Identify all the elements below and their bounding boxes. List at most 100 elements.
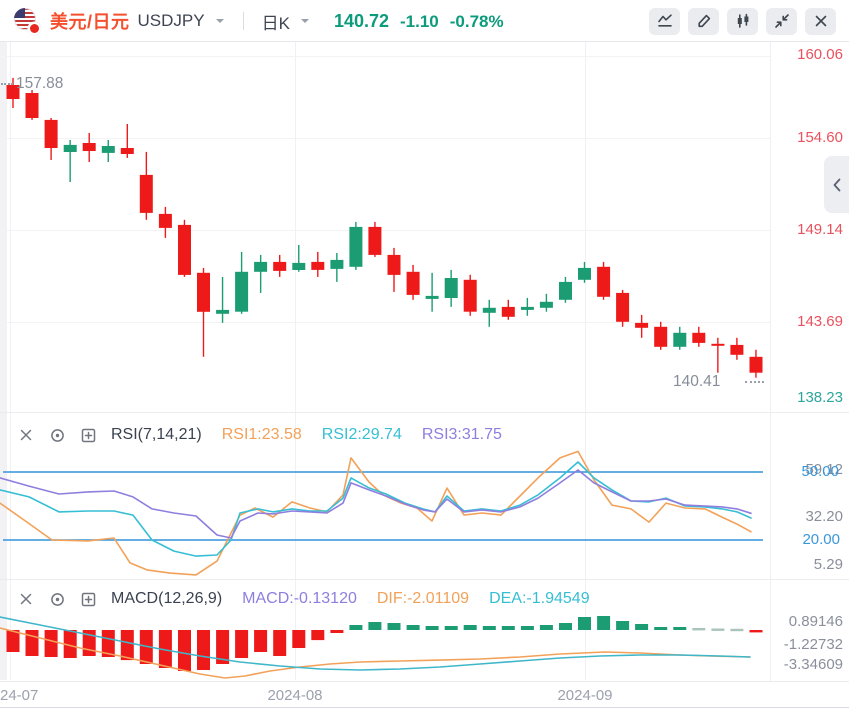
- macd-histogram-bar: [749, 630, 763, 633]
- time-axis-separator: [0, 681, 849, 682]
- macd-histogram-bar: [711, 628, 725, 631]
- candle: [139, 151, 153, 220]
- macd-histogram-bar: [273, 630, 287, 656]
- chevron-down-icon[interactable]: [300, 19, 309, 27]
- trading-chart-window: 美元/日元 USDJPY 日K 140.72 -1.10 -0.78% RSI(…: [0, 0, 849, 709]
- chevron-down-icon[interactable]: [215, 19, 224, 27]
- macd-histogram-bar: [635, 624, 649, 630]
- interval-selector[interactable]: 日K: [262, 9, 290, 34]
- header-divider: [242, 12, 244, 30]
- macd-histogram-bar: [578, 617, 591, 630]
- price-axis-label: 138.23: [797, 389, 843, 406]
- macd-histogram-bar: [444, 626, 458, 630]
- time-axis-label: 2024-09: [557, 687, 613, 704]
- macd-histogram-bar: [501, 626, 515, 630]
- macd-histogram-bar: [311, 630, 325, 641]
- macd-close-button[interactable]: [17, 590, 35, 608]
- candle: [349, 221, 363, 270]
- close-icon: [815, 15, 826, 27]
- candle: [654, 321, 668, 350]
- macd-histogram-bar: [292, 630, 306, 648]
- macd-histogram-bar: [520, 626, 534, 630]
- dea-value: DEA:-1.94549: [489, 590, 590, 607]
- macd-axis-label: 0.89146: [788, 613, 843, 630]
- candle: [673, 326, 687, 350]
- annotation-dotted-line: [745, 381, 764, 383]
- candlestick-style-button[interactable]: [727, 7, 758, 35]
- candlestick-icon: [737, 13, 748, 28]
- pane-separator: [0, 579, 849, 580]
- header-border: [0, 41, 849, 42]
- candle: [520, 297, 534, 316]
- pair-code-selector[interactable]: USDJPY: [138, 11, 205, 31]
- macd-settings-button[interactable]: [48, 590, 66, 608]
- macd-add-button[interactable]: [79, 590, 97, 608]
- price-axis-label: 160.06: [797, 46, 843, 63]
- macd-pane-header: MACD(12,26,9) MACD:-0.13120 DIF:-2.01109…: [17, 587, 590, 611]
- line-chart-icon: [657, 14, 672, 27]
- candle: [273, 254, 287, 277]
- rsi-close-button[interactable]: [17, 426, 35, 444]
- rsi-axis-label: 20.00: [802, 531, 840, 548]
- macd-histogram-bar: [25, 630, 39, 656]
- usdjpy-pair-flag-icon: [14, 8, 41, 35]
- candle: [216, 276, 230, 323]
- plus-square-icon: [81, 428, 95, 442]
- candle: [158, 206, 172, 238]
- candle: [235, 251, 249, 314]
- time-axis-label: 2024-08: [267, 687, 323, 704]
- chart-header: 美元/日元 USDJPY 日K 140.72 -1.10 -0.78%: [0, 0, 849, 42]
- macd-chart[interactable]: [0, 612, 770, 681]
- japan-flag-icon: [28, 22, 41, 35]
- price-change-percent: -0.78%: [449, 11, 504, 31]
- plus-square-icon: [81, 592, 95, 606]
- rsi-axis-label: 50.00: [801, 463, 839, 480]
- rsi-pane-header: RSI(7,14,21) RSI1:23.58 RSI2:29.74 RSI3:…: [17, 423, 502, 447]
- candle: [578, 261, 591, 283]
- pair-name-chinese: 美元/日元: [50, 12, 130, 32]
- price-axis-label: 154.60: [797, 129, 843, 146]
- candle: [425, 272, 439, 312]
- candle: [368, 221, 382, 257]
- close-icon: [20, 429, 32, 441]
- candle: [749, 349, 763, 378]
- macd-histogram-bar: [120, 630, 134, 661]
- price-annotation: 157.88: [16, 75, 64, 92]
- rsi3-value: RSI3:31.75: [421, 426, 502, 443]
- candle: [730, 337, 744, 360]
- macd-histogram-bar: [463, 625, 477, 630]
- macd-histogram-bar: [44, 630, 58, 657]
- rsi-settings-button[interactable]: [48, 426, 66, 444]
- candle: [330, 253, 344, 282]
- candle: [254, 254, 268, 293]
- candle: [444, 269, 458, 307]
- candle: [178, 219, 191, 277]
- rsi-add-button[interactable]: [79, 426, 97, 444]
- line-chart-button[interactable]: [649, 7, 680, 35]
- macd-histogram-bar: [406, 625, 420, 630]
- dif-value: DIF:-2.01109: [376, 590, 470, 607]
- macd-histogram-bar: [178, 630, 191, 671]
- collapse-chart-button[interactable]: [766, 7, 797, 35]
- candle: [387, 247, 401, 292]
- rsi-chart[interactable]: [0, 450, 770, 578]
- price-axis-label: 149.14: [797, 221, 843, 238]
- sidebar-collapse-tab[interactable]: [824, 156, 849, 213]
- macd-histogram-bar: [692, 628, 706, 631]
- rsi-title: RSI(7,14,21): [111, 426, 202, 443]
- close-icon: [20, 593, 32, 605]
- candle: [25, 90, 39, 120]
- candle: [559, 276, 572, 303]
- candlestick-chart[interactable]: [0, 42, 770, 415]
- candle: [292, 245, 306, 272]
- chevron-left-icon: [833, 178, 840, 191]
- draw-button[interactable]: [688, 7, 719, 35]
- gear-icon: [50, 592, 64, 606]
- candle: [406, 264, 420, 300]
- candle: [311, 251, 325, 277]
- rsi-line-rsi3: [0, 469, 752, 539]
- macd-histogram-bar: [616, 621, 630, 630]
- window-bottom-border: [0, 707, 849, 708]
- candle: [692, 326, 706, 347]
- close-chart-button[interactable]: [805, 7, 836, 35]
